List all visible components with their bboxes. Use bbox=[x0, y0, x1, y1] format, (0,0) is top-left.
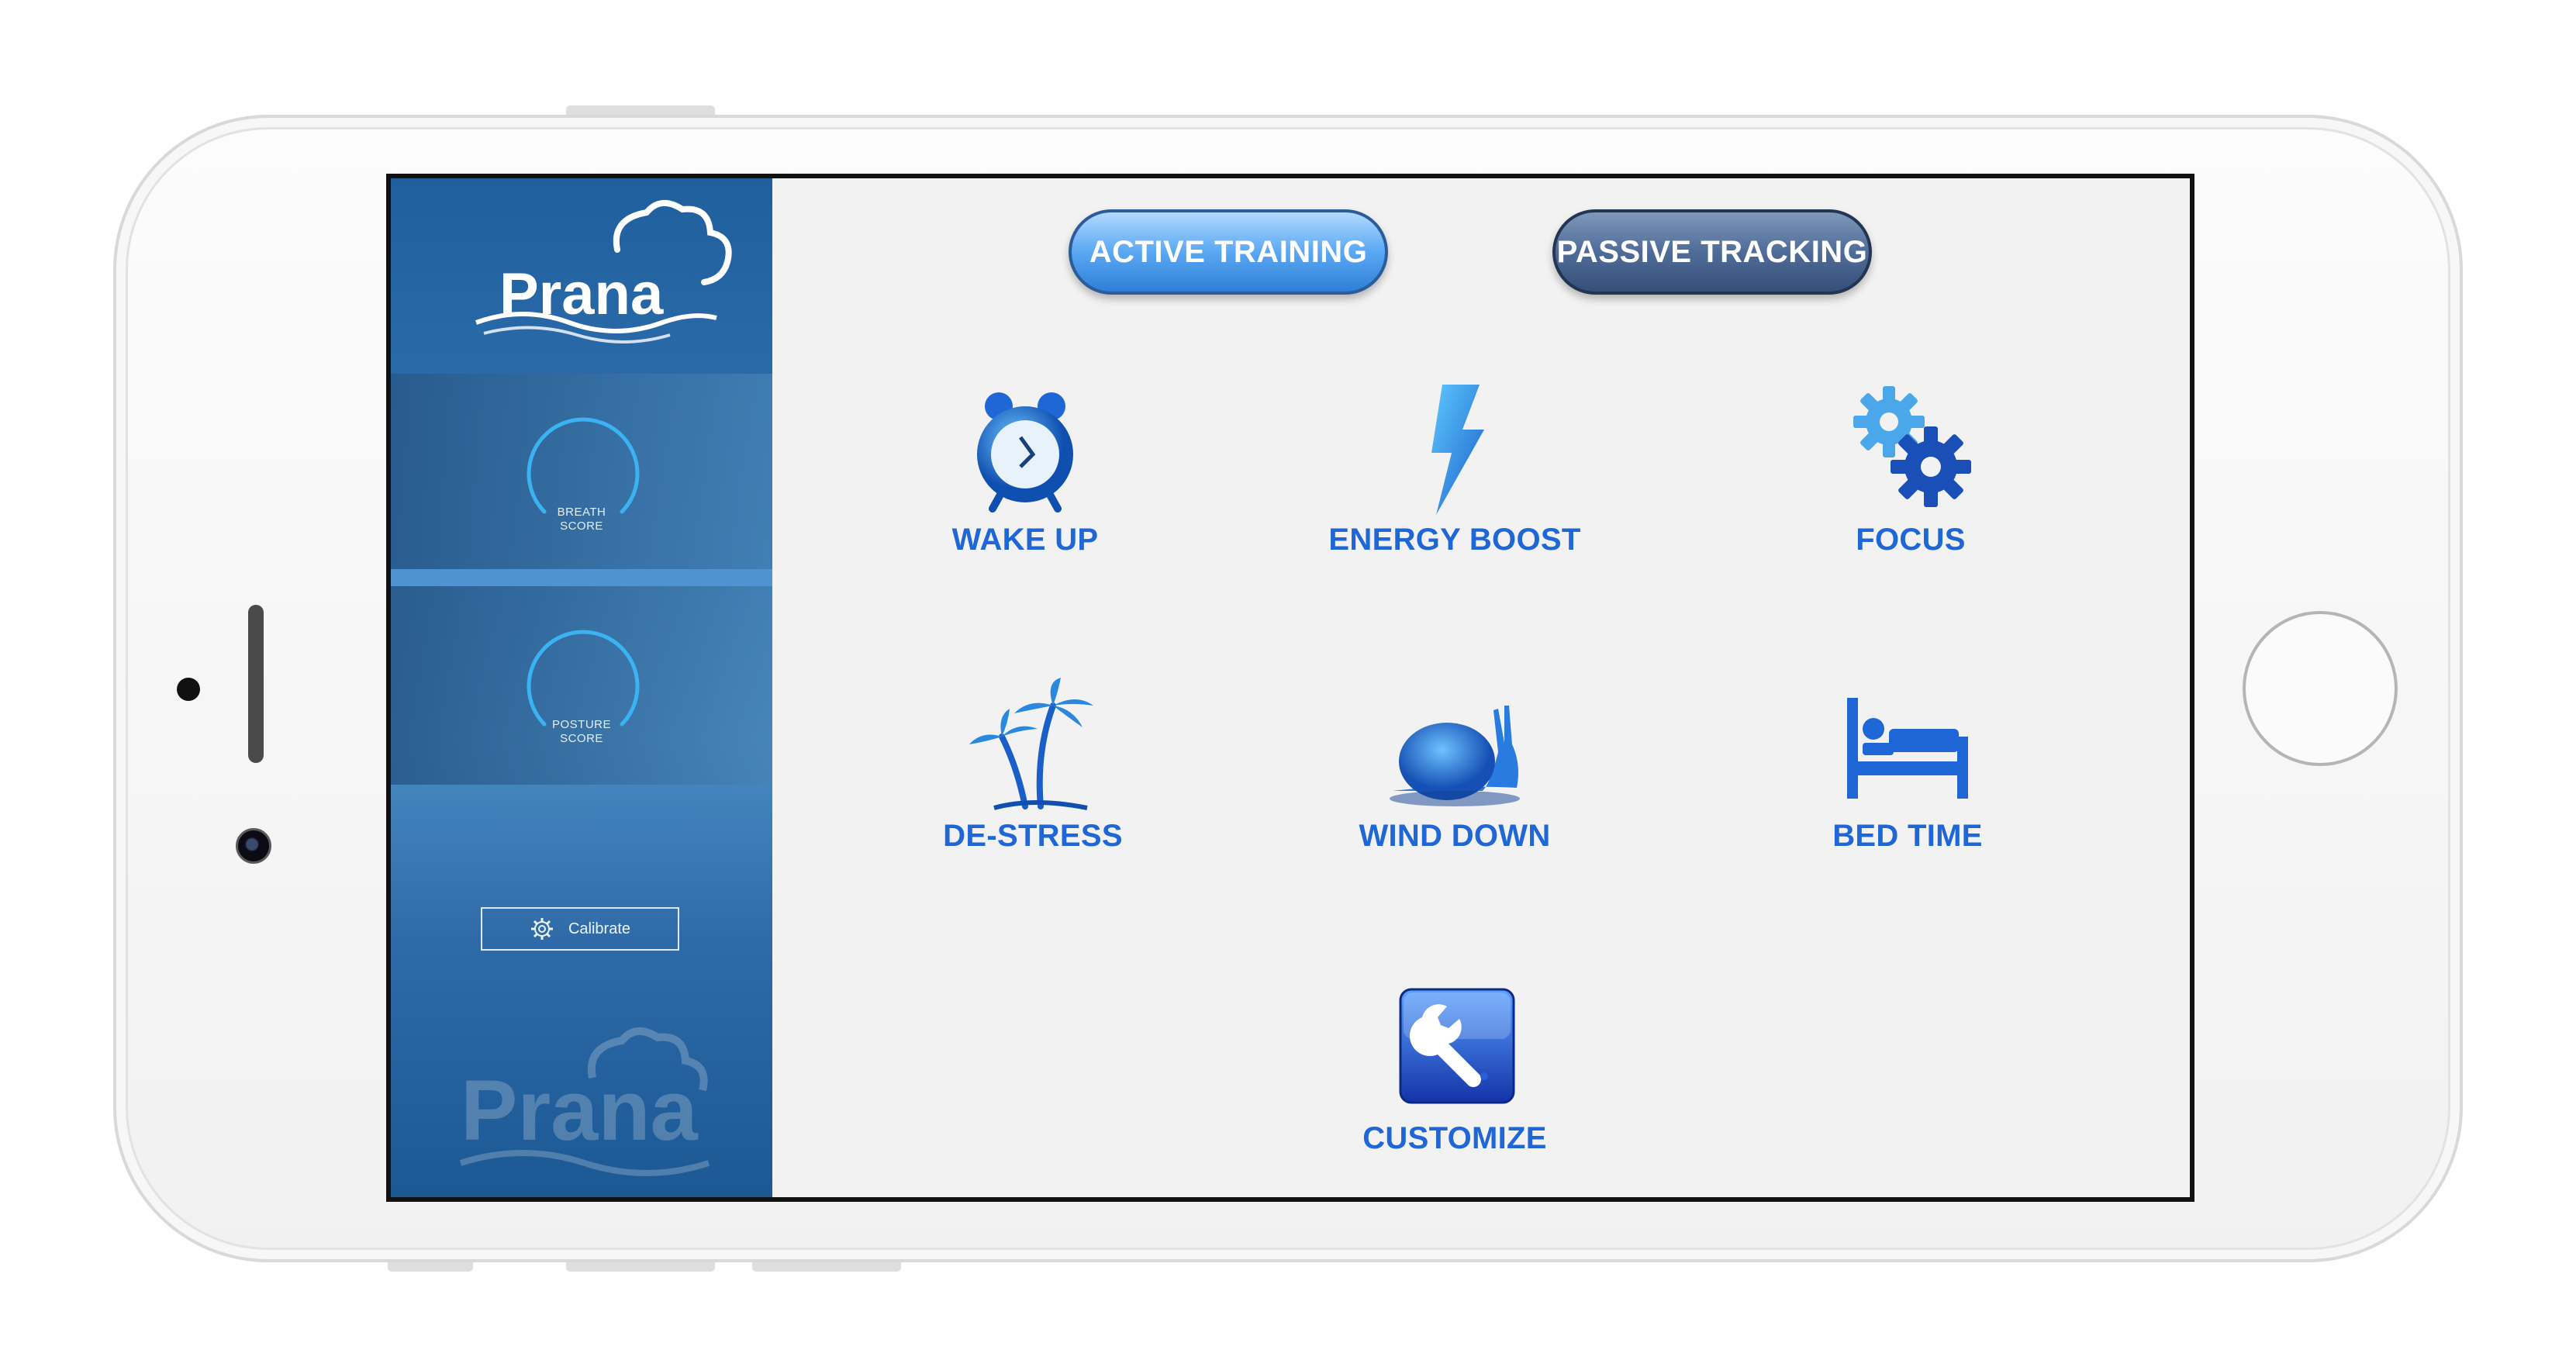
tile-label: CUSTOMIZE bbox=[1362, 1121, 1547, 1155]
calibrate-button[interactable]: Calibrate bbox=[481, 907, 679, 951]
bed-icon bbox=[1847, 698, 1968, 799]
tile-label: WIND DOWN bbox=[1359, 819, 1551, 853]
breath-score-label-2: SCORE bbox=[560, 519, 603, 533]
tile-bed-time[interactable]: BED TIME bbox=[1729, 675, 2086, 907]
lightning-bolt-icon bbox=[1431, 385, 1484, 515]
posture-score-panel[interactable]: POSTURE SCORE bbox=[391, 586, 772, 785]
passive-tracking-toggle[interactable]: PASSIVE TRACKING bbox=[1552, 209, 1872, 295]
posture-score-label-2: SCORE bbox=[560, 732, 603, 745]
wrench-icon bbox=[1399, 988, 1515, 1104]
phone-speaker bbox=[248, 605, 264, 763]
phone-sensor bbox=[177, 678, 200, 701]
tile-focus[interactable]: FOCUS bbox=[1732, 378, 2089, 611]
sidebar-separator bbox=[391, 569, 772, 586]
home-button[interactable] bbox=[2243, 611, 2398, 766]
palm-trees-icon bbox=[969, 678, 1093, 810]
tile-energy-boost[interactable]: ENERGY BOOST bbox=[1276, 378, 1633, 611]
alarm-clock-icon bbox=[977, 392, 1073, 513]
phone-top-button bbox=[566, 105, 715, 115]
phone-camera bbox=[236, 828, 271, 864]
tile-de-stress[interactable]: DE-STRESS bbox=[855, 675, 1211, 907]
breath-score-label-1: BREATH bbox=[557, 506, 606, 519]
tile-wake-up[interactable]: WAKE UP bbox=[847, 378, 1203, 611]
posture-score-label-1: POSTURE bbox=[551, 718, 611, 731]
phone-side-button-2 bbox=[566, 1262, 715, 1272]
sidebar: Prana BREATH SCORE POSTURE SCORE Calibra… bbox=[391, 178, 772, 1197]
tile-wind-down[interactable]: WIND DOWN bbox=[1276, 675, 1633, 907]
watermark-text: Prana bbox=[461, 1063, 699, 1158]
breath-score-panel[interactable]: BREATH SCORE bbox=[391, 374, 772, 572]
tile-label: WAKE UP bbox=[951, 523, 1099, 557]
tile-label: ENERGY BOOST bbox=[1328, 523, 1581, 557]
gear-icon bbox=[530, 918, 553, 940]
prana-logo: Prana bbox=[391, 178, 772, 372]
tile-label: FOCUS bbox=[1856, 523, 1966, 557]
gears-icon bbox=[1853, 386, 1971, 507]
calibrate-label: Calibrate bbox=[568, 920, 631, 937]
tile-label: BED TIME bbox=[1832, 819, 1983, 853]
active-training-toggle[interactable]: ACTIVE TRAINING bbox=[1069, 209, 1388, 295]
tile-label: DE-STRESS bbox=[943, 819, 1123, 853]
phone-side-button-1 bbox=[388, 1262, 473, 1272]
app-screen: Prana BREATH SCORE POSTURE SCORE Calibra… bbox=[386, 174, 2194, 1202]
phone-side-button-3 bbox=[752, 1262, 901, 1272]
logo-text: Prana bbox=[499, 261, 664, 327]
snail-icon bbox=[1390, 706, 1520, 806]
prana-watermark-logo: Prana bbox=[453, 1023, 748, 1194]
tile-customize[interactable]: CUSTOMIZE bbox=[1276, 977, 1633, 1197]
